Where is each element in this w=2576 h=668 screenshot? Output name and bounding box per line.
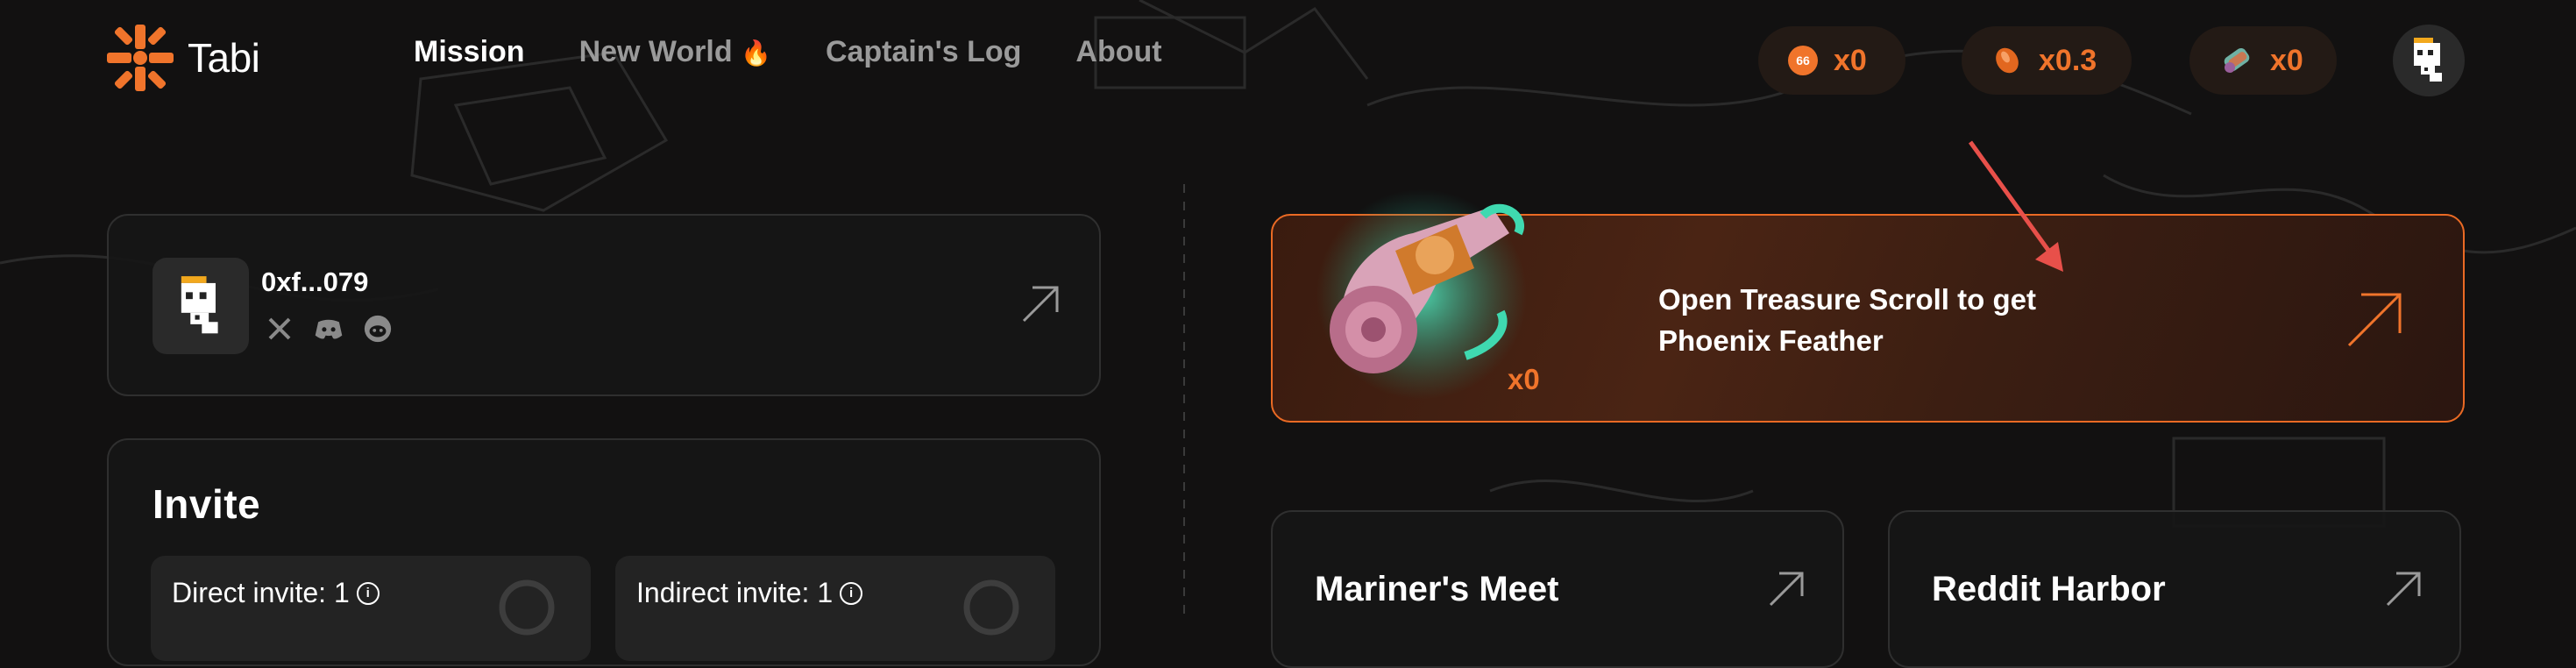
treasure-scroll-card[interactable]: x0 Open Treasure Scroll to get Phoenix F… <box>1271 189 2465 423</box>
info-icon[interactable]: i <box>356 581 380 605</box>
indirect-invite-text: Indirect invite: 1 <box>636 577 834 608</box>
logo-text: Tabi <box>188 35 260 81</box>
direct-invite-box: Direct invite: 1 i <box>151 556 591 661</box>
main-nav: Mission New World 🔥 Captain's Log About <box>414 35 1162 69</box>
x-icon[interactable] <box>265 314 295 344</box>
arrow-up-right-icon <box>1022 286 1059 323</box>
column-divider <box>1183 184 1185 622</box>
invite-ring-icon <box>963 579 1019 636</box>
treasure-scroll-icon <box>1316 189 1527 400</box>
scroll-value: x0 <box>2270 43 2303 77</box>
info-icon[interactable]: i <box>840 581 863 605</box>
indirect-invite-box: Indirect invite: 1 i <box>615 556 1055 661</box>
bean-coin-icon <box>1996 47 2019 74</box>
mission-card-reddit-harbor[interactable]: Reddit Harbor <box>1888 510 2461 668</box>
tabi-coin-counter[interactable]: 66 x0 <box>1758 26 1905 95</box>
arrow-up-right-icon <box>2386 572 2421 607</box>
user-avatar-button[interactable] <box>2393 25 2465 96</box>
direct-invite-text: Direct invite: 1 <box>172 577 350 608</box>
indirect-invite-label: Indirect invite: 1 i <box>636 577 863 609</box>
arrow-up-right-icon <box>1769 572 1804 607</box>
annotation-arrow-icon <box>1968 140 2063 272</box>
mission-title: Reddit Harbor <box>1932 570 2166 608</box>
wallet-address: 0xf...079 <box>261 266 369 297</box>
scroll-promo-text: Open Treasure Scroll to get Phoenix Feat… <box>1658 283 2036 357</box>
scroll-counter[interactable]: x0 <box>2189 26 2337 95</box>
profile-open-arrow[interactable] <box>1020 284 1061 324</box>
skull-avatar-icon <box>181 276 218 334</box>
invite-title: Invite <box>153 481 261 527</box>
nav-new-world-label: New World <box>578 35 733 68</box>
tabi-coin-value: x0 <box>1834 43 1867 77</box>
tabi-logo-icon <box>107 25 174 91</box>
fire-icon: 🔥 <box>741 39 771 67</box>
bean-counter[interactable]: x0.3 <box>1962 26 2132 95</box>
profile-avatar <box>153 258 249 354</box>
scroll-open-arrow[interactable] <box>2344 289 2405 355</box>
nav-mission[interactable]: Mission <box>414 35 525 69</box>
nav-captains-log[interactable]: Captain's Log <box>826 35 1021 69</box>
scroll-bundle-icon <box>2224 47 2250 73</box>
scroll-count: x0 <box>1508 363 1540 395</box>
reddit-icon[interactable] <box>363 314 393 344</box>
bean-value: x0.3 <box>2039 43 2097 77</box>
nav-about[interactable]: About <box>1075 35 1161 69</box>
arrow-up-right-icon <box>2347 293 2402 347</box>
tabi-coin-icon: 66 <box>1788 46 1818 75</box>
direct-invite-label: Direct invite: 1 i <box>172 577 380 609</box>
nav-new-world[interactable]: New World 🔥 <box>579 35 771 69</box>
tabi-logo[interactable]: Tabi <box>105 23 260 93</box>
profile-card: 0xf...079 <box>107 214 1101 396</box>
invite-card: Invite Direct invite: 1 i Indirect invit… <box>107 438 1101 666</box>
social-links <box>265 314 393 344</box>
mission-card-mariners-meet[interactable]: Mariner's Meet <box>1271 510 1844 668</box>
discord-icon[interactable] <box>314 314 344 344</box>
mission-title: Mariner's Meet <box>1315 570 1559 608</box>
invite-ring-icon <box>499 579 555 636</box>
skull-avatar-icon <box>2414 38 2442 82</box>
